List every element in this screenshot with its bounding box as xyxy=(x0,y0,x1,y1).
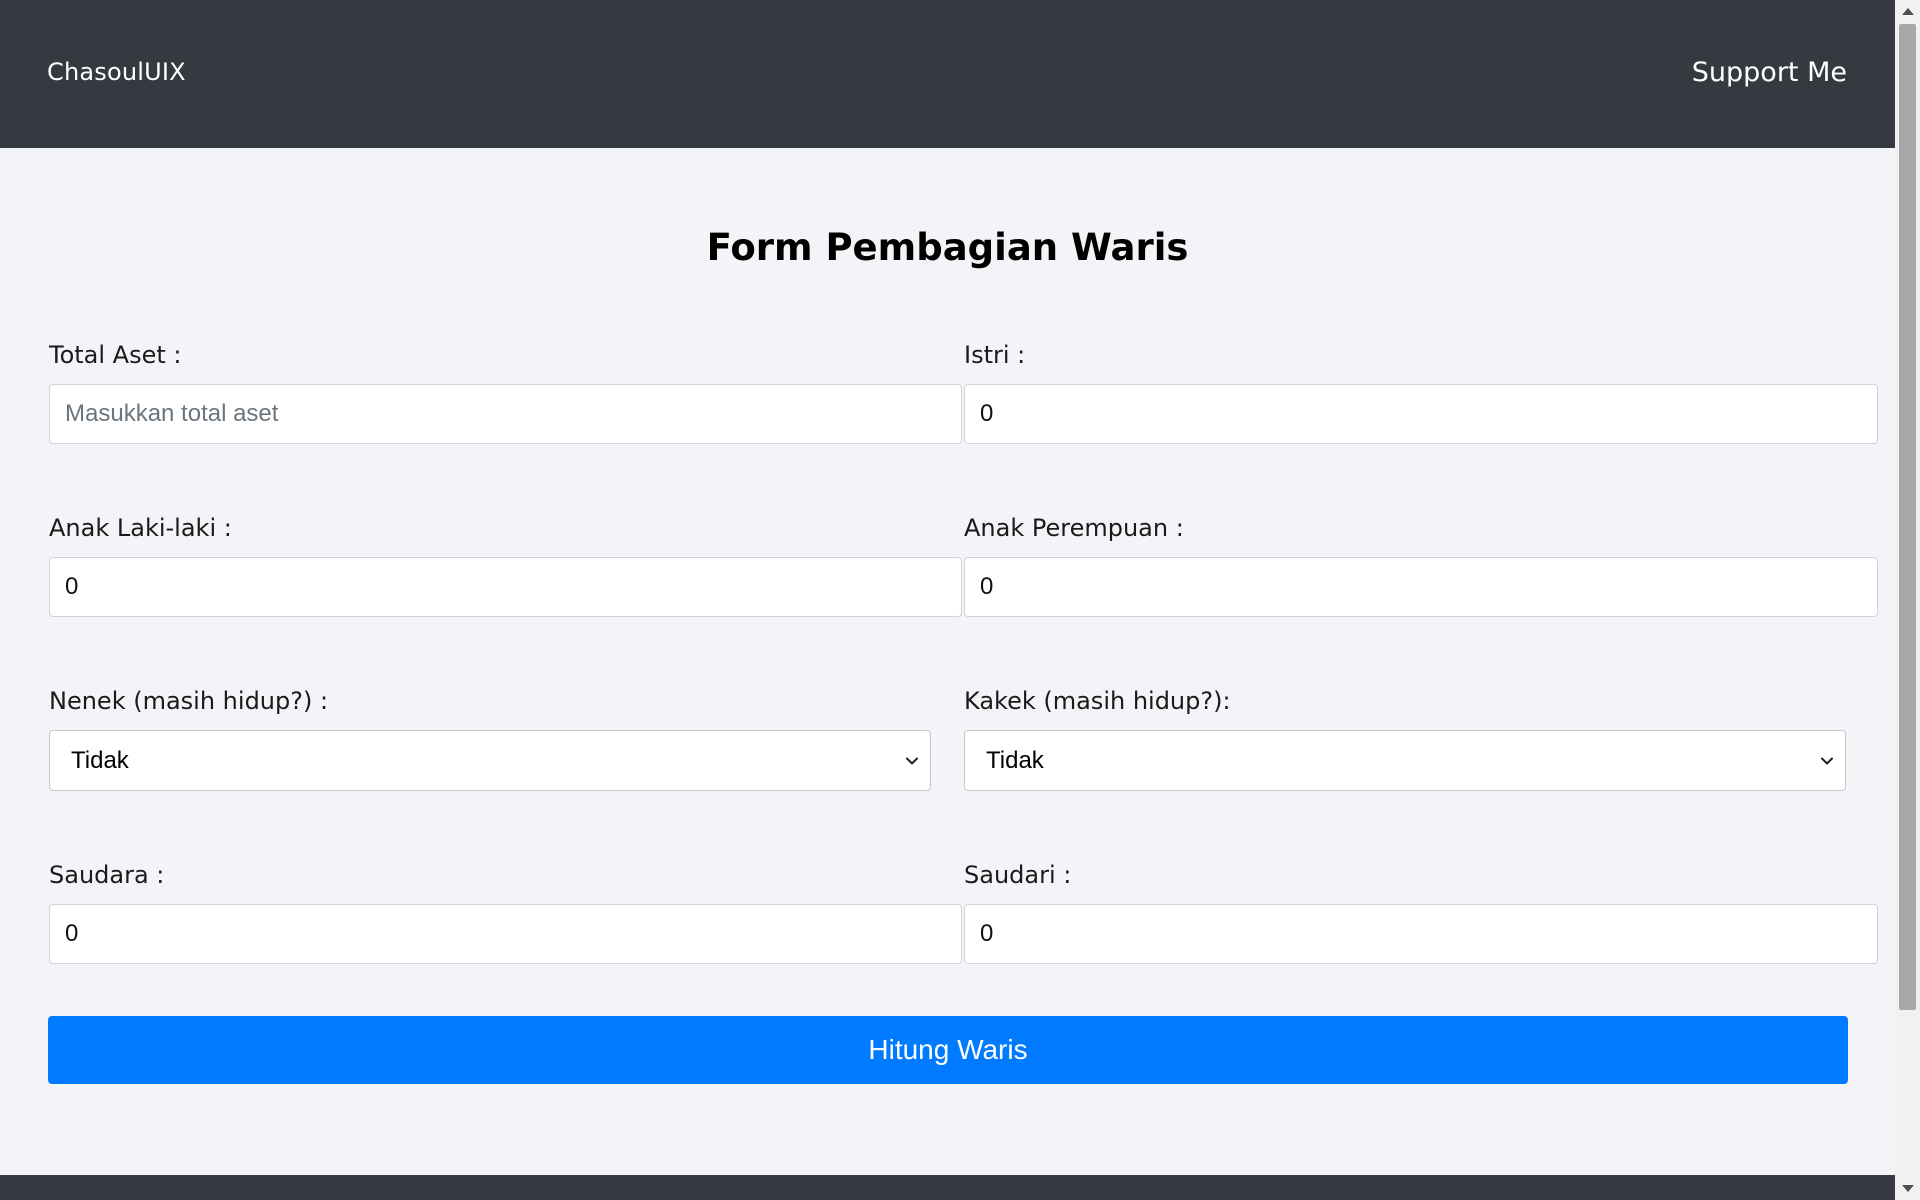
saudara-field: Saudara : xyxy=(49,860,962,964)
kakek-select[interactable]: Tidak xyxy=(964,730,1846,791)
scroll-down-arrow-icon[interactable] xyxy=(1902,1185,1914,1192)
istri-label: Istri : xyxy=(964,341,1026,369)
anak-laki-label: Anak Laki-laki : xyxy=(49,514,232,542)
anak-laki-input[interactable] xyxy=(49,557,962,617)
saudara-label: Saudara : xyxy=(49,861,165,889)
saudari-field: Saudari : xyxy=(964,860,1878,964)
kakek-label: Kakek (masih hidup?): xyxy=(964,687,1231,715)
main-content: Form Pembagian Waris Total Aset : Istri … xyxy=(0,148,1895,1175)
navbar: ChasoulUIX Support Me xyxy=(0,0,1895,148)
nenek-selected-value: Tidak xyxy=(71,747,129,774)
saudari-label: Saudari : xyxy=(964,861,1072,889)
vertical-scrollbar[interactable] xyxy=(1895,0,1920,1200)
chevron-down-icon xyxy=(1821,757,1833,765)
saudari-input[interactable] xyxy=(964,904,1878,964)
total-aset-label: Total Aset : xyxy=(49,341,182,369)
anak-laki-field: Anak Laki-laki : xyxy=(49,513,962,617)
istri-input[interactable] xyxy=(964,384,1878,444)
total-aset-input[interactable] xyxy=(49,384,962,444)
nenek-label: Nenek (masih hidup?) : xyxy=(49,687,329,715)
hitung-waris-button[interactable]: Hitung Waris xyxy=(48,1016,1848,1084)
nenek-select[interactable]: Tidak xyxy=(49,730,931,791)
anak-perempuan-label: Anak Perempuan : xyxy=(964,514,1184,542)
anak-perempuan-field: Anak Perempuan : xyxy=(964,513,1878,617)
kakek-field: Kakek (masih hidup?): Tidak xyxy=(964,686,1846,791)
page-title: Form Pembagian Waris xyxy=(706,226,1189,269)
brand-link[interactable]: ChasoulUIX xyxy=(47,58,186,86)
anak-perempuan-input[interactable] xyxy=(964,557,1878,617)
total-aset-field: Total Aset : xyxy=(49,340,962,444)
footer xyxy=(0,1175,1895,1200)
kakek-selected-value: Tidak xyxy=(986,747,1044,774)
istri-field: Istri : xyxy=(964,340,1878,444)
chevron-down-icon xyxy=(906,757,918,765)
saudara-input[interactable] xyxy=(49,904,962,964)
nenek-field: Nenek (masih hidup?) : Tidak xyxy=(49,686,931,791)
scroll-up-arrow-icon[interactable] xyxy=(1902,8,1914,15)
support-me-link[interactable]: Support Me xyxy=(1692,57,1847,88)
scrollbar-thumb[interactable] xyxy=(1899,24,1916,1010)
